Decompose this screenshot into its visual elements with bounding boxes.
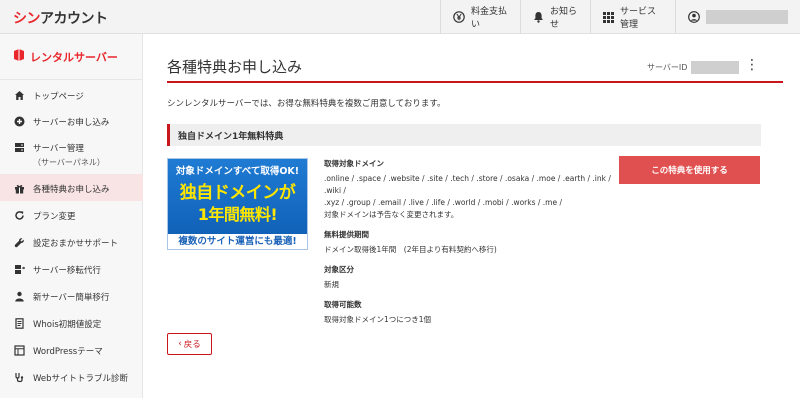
sidebar-item-label: 新サーバー簡単移行 [33,293,110,303]
intro-text: シンレンタルサーバーでは、お得な無料特典を複数ご用意しております。 [167,99,446,109]
server-id-value-masked [691,61,740,74]
period-block: 無料提供期間 ドメイン取得後1年間 (2年目より有料契約へ移行) [324,229,614,256]
service-management-menu[interactable]: サービス管理 [590,0,675,34]
brand-suffix: アカウント [40,11,108,27]
sidebar-item-label: サーバー管理 [33,144,84,154]
sidebar-item-server-apply[interactable]: サーバーお申し込み [0,108,143,134]
sidebar-title[interactable]: レンタルサーバー [0,34,142,80]
sidebar-item-server-management[interactable]: サーバー管理 （サーバーパネル） [0,134,143,174]
domains-block: 取得対象ドメイン .online / .space / .website / .… [324,158,614,221]
sidebar-item-label: トップページ [33,92,84,102]
type-block: 対象区分 新規 [324,264,614,291]
service-management-label: サービス管理 [620,7,657,30]
sidebar-item-whois[interactable]: Whois初期値設定 [0,309,143,336]
sidebar-item-top[interactable]: トップページ [0,82,143,108]
sidebar-item-plan-change[interactable]: プラン変更 [0,201,143,228]
server-logo-icon [14,49,24,64]
user-icon [688,11,700,23]
person-icon [14,291,25,302]
sidebar-item-setup-support[interactable]: 設定おまかせサポート [0,228,143,255]
banner-line-2: 独自ドメインが [179,183,296,203]
count-label: 取得可能数 [324,300,362,309]
period-text: ドメイン取得後1年間 (2年目より有料契約へ移行) [324,245,497,254]
count-text: 取得対象ドメイン1つにつき1個 [324,315,432,324]
sidebar-item-label: サーバー移転代行 [33,266,101,276]
sidebar-item-label: Webサイトトラブル診断 [33,374,129,384]
banner-line-1: 対象ドメインすべて取得OK! [175,166,300,177]
plus-circle-icon [14,116,25,127]
domain-offer-banner: 対象ドメインすべて取得OK! 独自ドメインが 1年間無料! 複数のサイト運営にも… [167,158,308,250]
sidebar-item-label: WordPressテーマ [33,347,103,357]
stethoscope-icon [14,372,25,383]
yen-icon [453,11,465,23]
domains-list-2: .xyz / .group / .email / .live / .life /… [324,198,563,207]
server-id-label: サーバーID [647,63,688,72]
benefit-details: 取得対象ドメイン .online / .space / .website / .… [324,158,614,334]
title-divider [167,81,783,83]
sidebar-item-wordpress-theme[interactable]: WordPressテーマ [0,336,143,363]
sidebar-item-label: サーバーお申し込み [33,118,110,128]
brand-prefix: シン [13,11,41,27]
sidebar-item-server-transfer[interactable]: サーバー移転代行 [0,255,143,282]
count-block: 取得可能数 取得対象ドメイン1つにつき1個 [324,299,614,326]
sidebar: レンタルサーバー トップページ サーバーお申し込み サーバー管理 （サーバーパネ… [0,34,143,398]
page-title: 各種特典お申し込み [167,58,303,76]
use-benefit-button[interactable]: この特典を使用する [619,156,760,184]
grid-icon [603,11,614,23]
back-button[interactable]: ‹ 戻る [167,333,212,355]
banner-line-4: 複数のサイト運営にも最適! [168,234,307,249]
sidebar-item-easy-migration[interactable]: 新サーバー簡単移行 [0,282,143,309]
document-icon [14,318,25,329]
sidebar-item-label: プラン変更 [33,212,76,222]
sidebar-title-label: レンタルサーバー [30,50,118,64]
period-label: 無料提供期間 [324,230,369,239]
layout-icon [14,345,25,356]
user-menu[interactable] [675,0,800,34]
server-icon [14,142,25,153]
transfer-icon [14,264,25,275]
sidebar-item-site-diagnosis[interactable]: Webサイトトラブル診断 [0,363,143,390]
home-icon [14,90,25,101]
payment-label: 料金支払い [471,7,508,30]
back-button-label: 戻る [183,340,201,350]
banner-line-3: 1年間無料! [197,205,278,224]
domains-note: 対象ドメインは予告なく変更されます。 [324,210,459,219]
top-bar: シンアカウント 料金支払い お知らせ サービス管理 [0,0,800,34]
server-id: サーバーID [647,61,740,74]
news-menu[interactable]: お知らせ [520,0,590,34]
chevron-left-icon: ‹ [178,339,182,349]
gift-icon [14,183,25,194]
domains-label: 取得対象ドメイン [324,159,384,168]
brand-logo[interactable]: シンアカウント [13,8,108,28]
sidebar-item-label: 各種特典お申し込み [33,185,110,195]
sidebar-item-label: 設定おまかせサポート [33,239,119,249]
section-header: 独自ドメイン1年無料特典 [167,124,761,146]
type-text: 新規 [324,280,339,289]
refresh-icon [14,210,25,221]
wrench-icon [14,237,25,248]
news-label: お知らせ [550,7,578,30]
more-menu-icon[interactable]: ⋮ [745,58,759,72]
sidebar-item-sublabel: （サーバーパネル） [33,158,105,167]
payment-menu[interactable]: 料金支払い [440,0,520,34]
domains-list-1: .online / .space / .website / .site / .t… [324,174,611,195]
bell-icon [533,11,544,23]
user-name-masked [706,10,788,24]
main-content: 各種特典お申し込み サーバーID ⋮ シンレンタルサーバーでは、お得な無料特典を… [143,34,800,398]
sidebar-item-benefits[interactable]: 各種特典お申し込み [0,174,143,201]
sidebar-item-label: Whois初期値設定 [33,320,102,330]
type-label: 対象区分 [324,265,354,274]
